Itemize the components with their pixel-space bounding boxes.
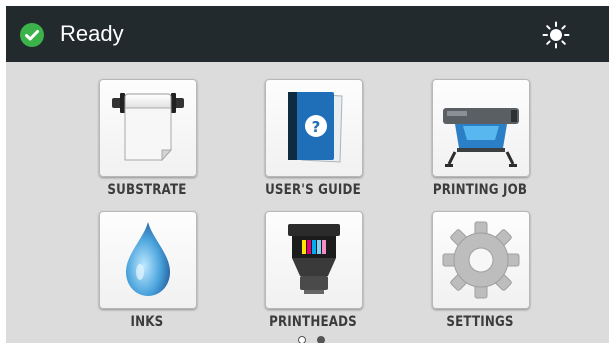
printheads-label: PRINTHEADS (269, 314, 357, 330)
printhead-icon (288, 224, 340, 294)
svg-text:?: ? (312, 118, 321, 136)
substrate-label: SUBSTRATE (107, 182, 187, 198)
substrate-tile[interactable] (99, 79, 197, 177)
status-bar: Ready (6, 6, 609, 62)
printing-job-label: PRINTING JOB (432, 182, 528, 198)
settings-tile[interactable] (432, 211, 530, 309)
status-text: Ready (60, 21, 124, 46)
users-guide-book-icon: ? (288, 92, 343, 163)
inks-label: INKS (130, 314, 164, 330)
substrate-roll-icon (112, 93, 184, 162)
printer-icon (443, 108, 519, 167)
printing-job-tile[interactable] (432, 79, 530, 177)
settings-label: SETTINGS (446, 314, 514, 330)
gear-icon (442, 221, 520, 299)
home-screen: Ready SUBSTRATE ? USER'S GUIDE PRINTING … (6, 6, 609, 343)
page-dot-2[interactable] (317, 336, 325, 343)
ink-drop-icon (126, 222, 170, 296)
check-circle-icon (20, 23, 44, 47)
page-dot-1[interactable] (298, 336, 306, 343)
printheads-tile[interactable] (265, 211, 363, 309)
inks-tile[interactable] (99, 211, 197, 309)
brightness-icon[interactable] (542, 21, 570, 49)
users-guide-tile[interactable]: ? (265, 79, 363, 177)
users-guide-label: USER'S GUIDE (265, 182, 361, 198)
